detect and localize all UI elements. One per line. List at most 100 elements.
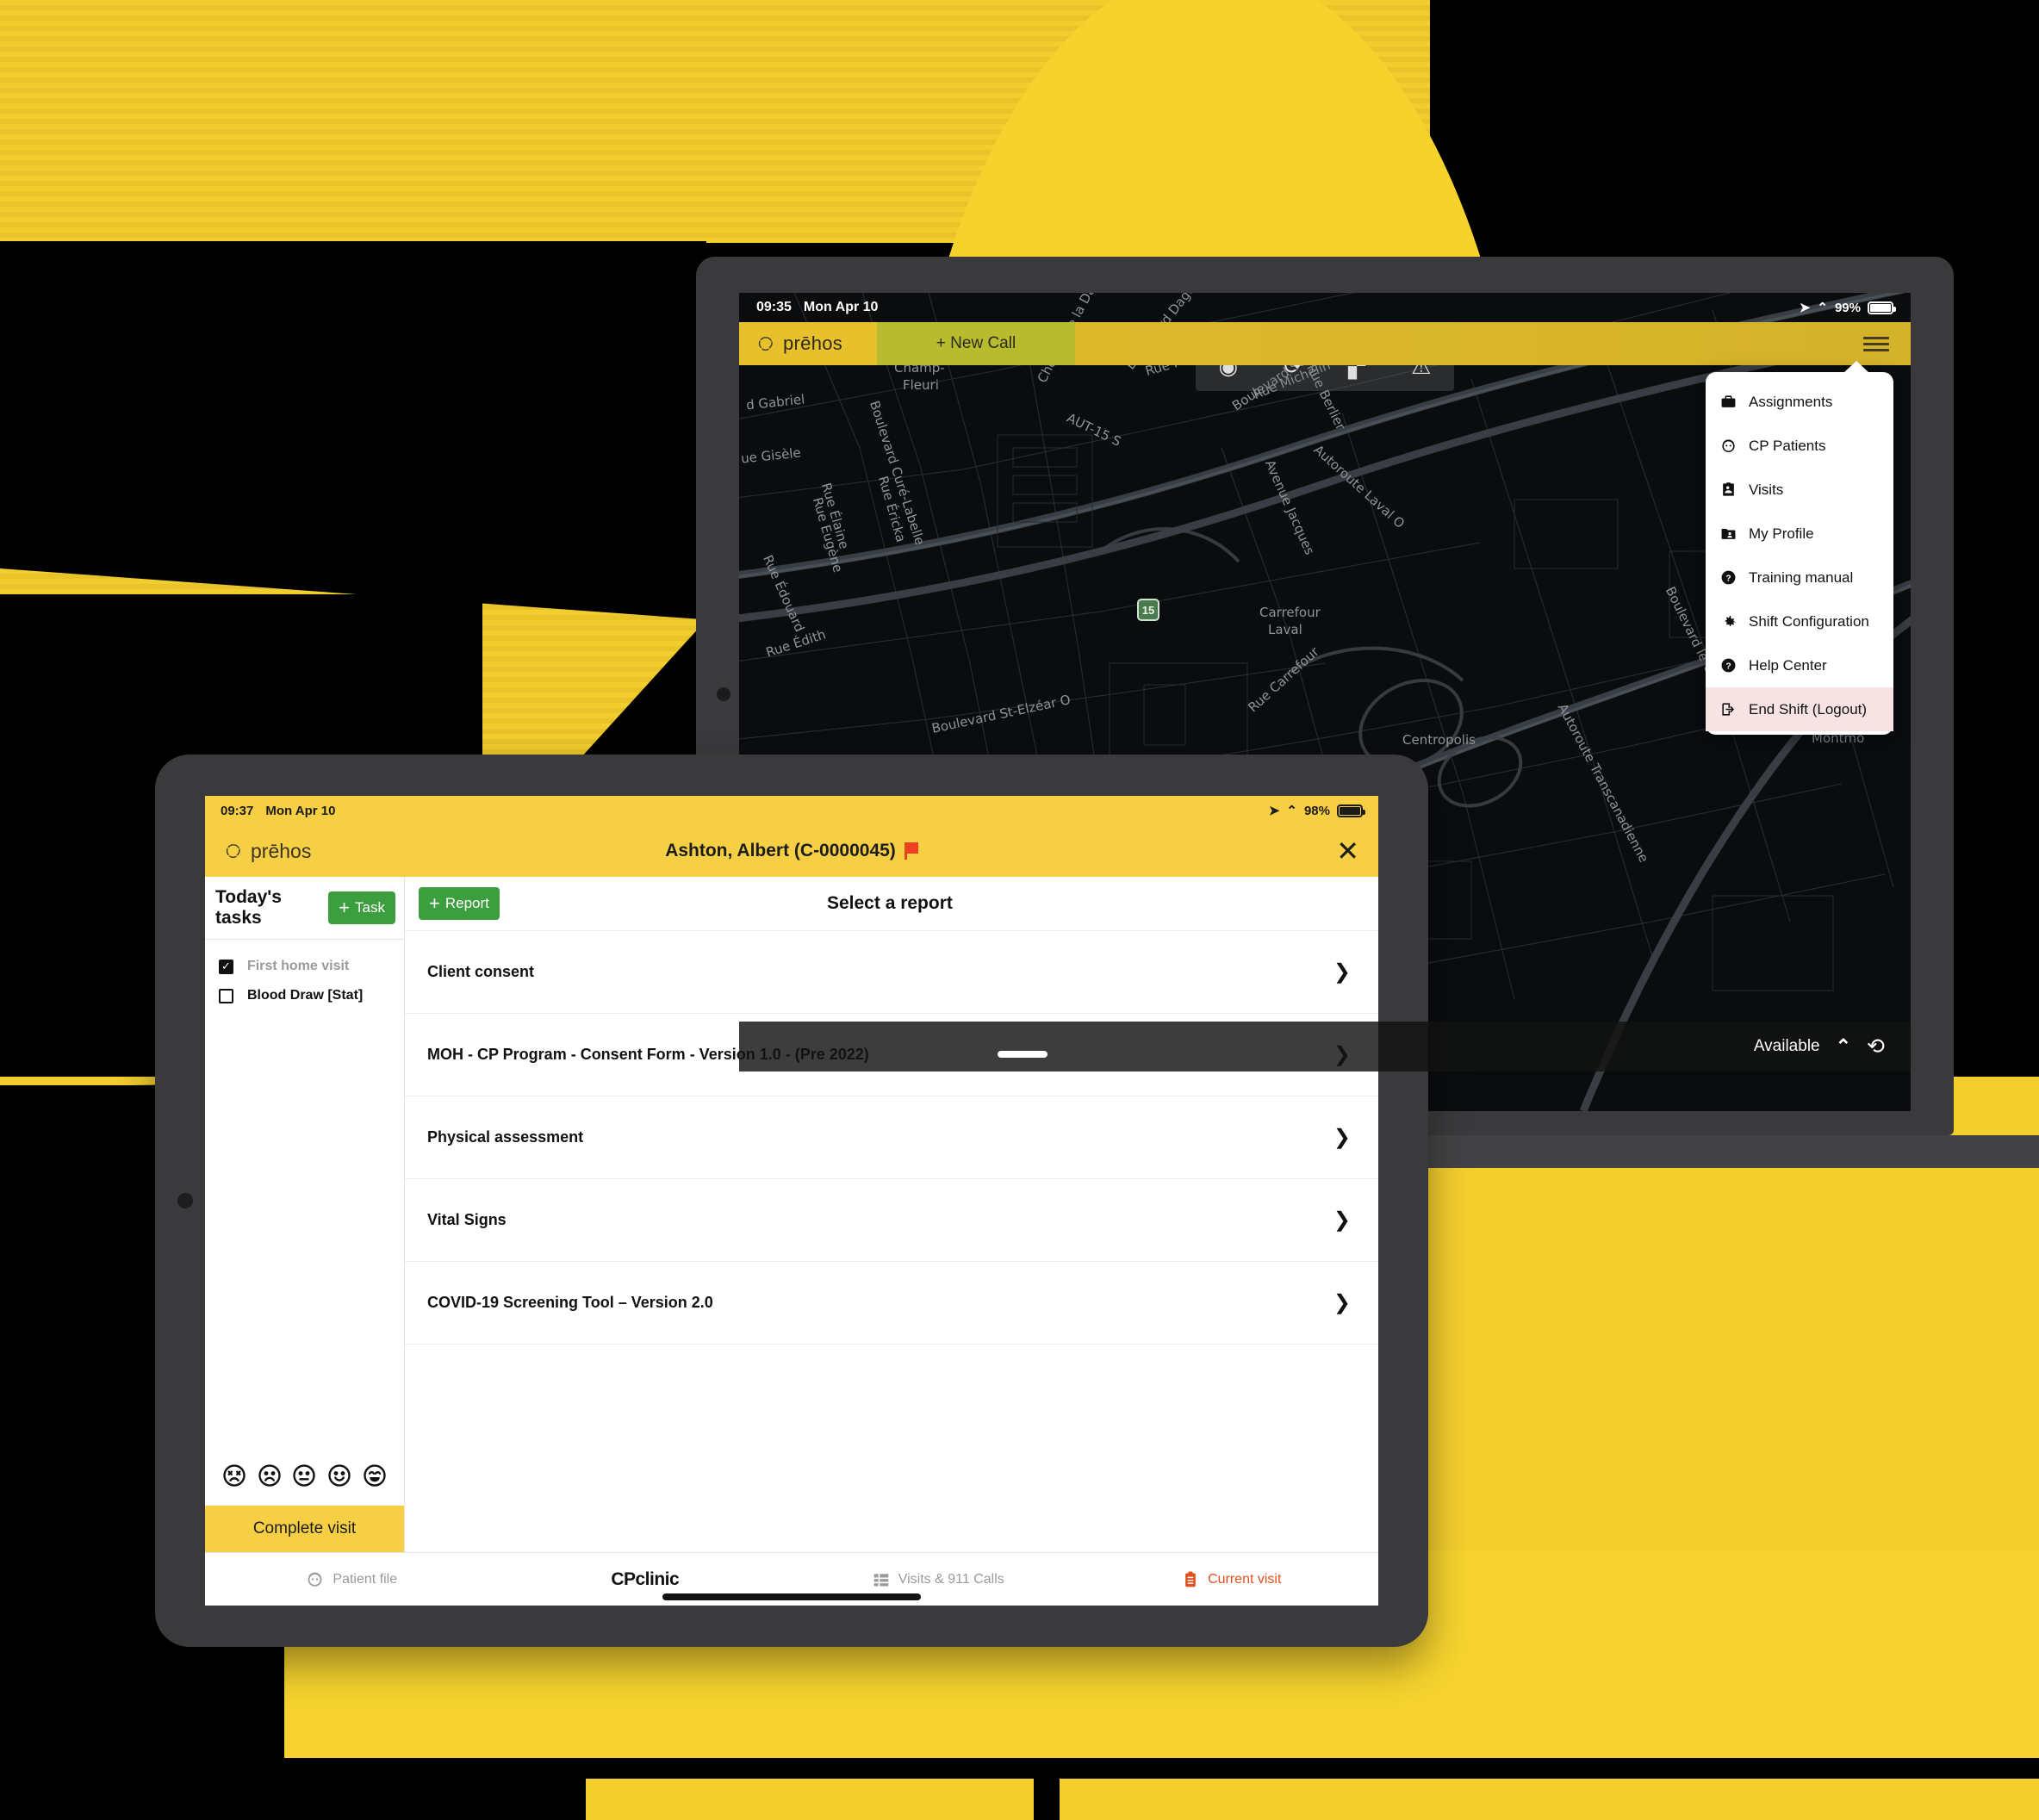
tab-patient-file[interactable]: Patient file (205, 1570, 499, 1588)
checkbox-checked-icon[interactable]: ✓ (219, 959, 233, 974)
task-row[interactable]: Blood Draw [Stat] (205, 981, 404, 1010)
report-label: Vital Signs (427, 1211, 507, 1228)
tab-label: Patient file (333, 1571, 398, 1587)
menu-item-visits[interactable]: Visits (1706, 468, 1893, 512)
tablet-battery-percent: 98% (1303, 803, 1330, 818)
menu-item-label: Assignments (1749, 393, 1833, 410)
patient-face-icon (1719, 438, 1737, 455)
face-happy-icon[interactable] (326, 1463, 352, 1494)
add-report-button[interactable]: + Report (419, 887, 500, 920)
prehos-mark-icon (758, 337, 773, 351)
face-unhappy-icon[interactable] (257, 1463, 283, 1494)
report-label: Client consent (427, 963, 535, 980)
patient-name: Ashton, Albert (C-0000045) (665, 841, 896, 860)
svg-text:?: ? (1725, 662, 1731, 671)
bg-black-top-right (1430, 0, 2039, 258)
task-list: ✓ First home visit Blood Draw [Stat] (205, 939, 404, 1454)
plus-icon: + (429, 892, 440, 914)
add-task-label: Task (355, 899, 385, 916)
tab-label: Current visit (1208, 1571, 1282, 1587)
chevron-right-icon: ❯ (1333, 1208, 1351, 1232)
tablet-home-indicator (662, 1593, 921, 1600)
tablet-tab-bar: Patient file CPclinic Visits & 911 Calls Cu… (205, 1552, 1378, 1606)
tablet-device: 09:37 Mon Apr 10 ➤ ⌃ 98% prēhos Ashton, … (155, 755, 1428, 1647)
complete-visit-button[interactable]: Complete visit (205, 1506, 404, 1552)
battery-icon (1868, 301, 1896, 314)
face-very-happy-icon[interactable] (362, 1463, 388, 1494)
laptop-home-indicator (998, 1051, 1047, 1058)
bg-notch-b (1060, 1779, 2039, 1820)
tab-cpclinic[interactable]: CPclinic (499, 1569, 793, 1590)
close-icon[interactable]: ✕ (1336, 837, 1359, 865)
task-row[interactable]: ✓ First home visit (205, 952, 404, 981)
plus-icon: + (339, 897, 351, 918)
menu-item-help-center[interactable]: ? Help Center (1706, 643, 1893, 687)
list-icon (873, 1571, 890, 1588)
logout-icon (1719, 701, 1737, 718)
chevron-up-icon[interactable]: ⌃ (1836, 1035, 1851, 1058)
tablet-status-date: Mon Apr 10 (265, 803, 336, 818)
report-label: COVID-19 Screening Tool – Version 2.0 (427, 1294, 713, 1311)
report-row[interactable]: Vital Signs ❯ (405, 1179, 1378, 1262)
menu-item-label: Help Center (1749, 656, 1827, 674)
briefcase-icon (1719, 394, 1737, 411)
task-label: Blood Draw [Stat] (247, 988, 364, 1003)
tablet-header: prēhos Ashton, Albert (C-0000045) ✕ (205, 825, 1378, 877)
prehos-logo: prēhos (739, 322, 877, 365)
menu-item-label: Visits (1749, 481, 1784, 498)
tasks-header: Today's tasks + Task (205, 877, 404, 939)
laptop-app-bar: prēhos + New Call (739, 322, 1911, 365)
bg-black-left (0, 241, 706, 603)
tablet-content: Today's tasks + Task ✓ First home visit Bl… (205, 877, 1378, 1552)
laptop-status-bar: 09:35 Mon Apr 10 ➤ ⌃ 99% (739, 293, 1911, 322)
tab-visits-911-calls[interactable]: Visits & 911 Calls (792, 1571, 1085, 1588)
chevron-right-icon: ❯ (1333, 1126, 1351, 1149)
menu-item-shift-configuration[interactable]: Shift Configuration (1706, 599, 1893, 643)
report-row[interactable]: Physical assessment ❯ (405, 1096, 1378, 1179)
id-card-icon (1719, 481, 1737, 499)
red-flag-icon (904, 842, 918, 860)
checkbox-unchecked-icon[interactable] (219, 988, 233, 1003)
menu-item-assignments[interactable]: Assignments (1706, 380, 1893, 424)
prehos-wordmark: prēhos (783, 332, 843, 354)
wifi-icon: ⌃ (1817, 301, 1828, 315)
status-date: Mon Apr 10 (803, 300, 879, 314)
tab-current-visit[interactable]: Current visit (1085, 1571, 1379, 1588)
location-arrow-icon: ➤ (1799, 301, 1811, 315)
battery-icon (1337, 804, 1365, 817)
face-very-unhappy-icon[interactable] (221, 1463, 247, 1494)
tasks-title: Today's tasks (215, 887, 282, 928)
battery-percent: 99% (1834, 300, 1861, 315)
history-icon[interactable]: ⟲ (1867, 1034, 1885, 1059)
chevron-right-icon: ❯ (1333, 960, 1351, 984)
add-report-label: Report (444, 895, 489, 911)
wifi-icon: ⌃ (1286, 804, 1297, 818)
tablet-status-time: 09:37 (221, 803, 254, 818)
task-label: First home visit (247, 959, 350, 973)
new-call-button[interactable]: + New Call (877, 322, 1075, 365)
tablet-screen: 09:37 Mon Apr 10 ➤ ⌃ 98% prēhos Ashton, … (205, 796, 1378, 1606)
availability-status[interactable]: Available (1754, 1037, 1820, 1056)
report-label: Physical assessment (427, 1128, 584, 1146)
patient-face-icon (306, 1570, 324, 1588)
svg-text:?: ? (1725, 574, 1731, 583)
report-row[interactable]: Client consent ❯ (405, 931, 1378, 1014)
reports-panel: + Report Select a report Client consent ❯… (405, 877, 1378, 1552)
tasks-panel: Today's tasks + Task ✓ First home visit Bl… (205, 877, 405, 1552)
menu-item-label: Training manual (1749, 568, 1854, 586)
menu-item-my-profile[interactable]: My Profile (1706, 512, 1893, 556)
location-arrow-icon: ➤ (1268, 804, 1280, 818)
profile-folder-icon (1719, 525, 1737, 543)
menu-item-training-manual[interactable]: ? Training manual (1706, 556, 1893, 599)
face-neutral-icon[interactable] (291, 1463, 317, 1494)
route-shield-icon: 15 (1137, 599, 1159, 621)
clipboard-icon (1182, 1571, 1199, 1588)
menu-item-end-shift-logout[interactable]: End Shift (Logout) (1706, 687, 1893, 731)
appbar-spacer (1075, 322, 1842, 365)
hamburger-menu-icon[interactable] (1842, 322, 1911, 365)
menu-item-cp-patients[interactable]: CP Patients (1706, 424, 1893, 468)
patient-title: Ashton, Albert (C-0000045) (205, 841, 1378, 861)
menu-item-label: My Profile (1749, 525, 1814, 542)
report-row[interactable]: COVID-19 Screening Tool – Version 2.0 ❯ (405, 1262, 1378, 1345)
add-task-button[interactable]: + Task (328, 891, 395, 924)
